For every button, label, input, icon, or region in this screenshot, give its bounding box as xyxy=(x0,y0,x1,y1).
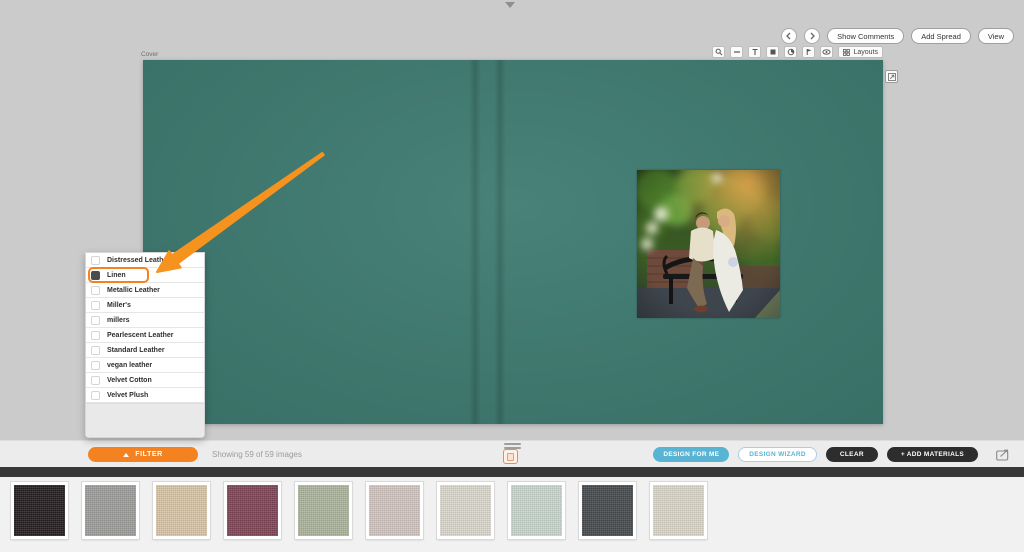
expand-spread-button[interactable] xyxy=(885,70,898,83)
layouts-grid-icon xyxy=(843,49,850,56)
material-swatch-ivory-linen[interactable] xyxy=(650,482,707,539)
chevron-up-icon xyxy=(123,453,129,457)
checkbox-unchecked[interactable] xyxy=(91,301,100,310)
checkbox-unchecked[interactable] xyxy=(91,256,100,265)
material-option-standard-leather[interactable]: Standard Leather xyxy=(86,343,204,358)
material-swatch-black-leather[interactable] xyxy=(11,482,68,539)
material-swatch-sage-linen[interactable] xyxy=(295,482,352,539)
material-label: Velvet Plush xyxy=(107,392,148,399)
checkbox-checked[interactable] xyxy=(91,271,100,280)
materials-list: Distressed Leather Linen Metallic Leather M… xyxy=(86,253,204,403)
collapse-caret-icon[interactable] xyxy=(505,2,515,8)
material-label: millers xyxy=(107,317,130,324)
material-swatch-gray-linen[interactable] xyxy=(82,482,139,539)
checkbox-unchecked[interactable] xyxy=(91,316,100,325)
line-icon xyxy=(733,48,741,56)
checkbox-unchecked[interactable] xyxy=(91,376,100,385)
materials-filmstrip xyxy=(0,477,1024,552)
clear-button[interactable]: CLEAR xyxy=(826,447,878,462)
material-swatch-tan-linen[interactable] xyxy=(153,482,210,539)
material-option-metallic-leather[interactable]: Metallic Leather xyxy=(86,283,204,298)
couple-on-bench-photo xyxy=(637,170,780,318)
material-option-pearlescent-leather[interactable]: Pearlescent Leather xyxy=(86,328,204,343)
material-option-miller-s[interactable]: Miller's xyxy=(86,298,204,313)
show-comments-button[interactable]: Show Comments xyxy=(827,28,904,44)
material-swatch-blush-linen[interactable] xyxy=(366,482,423,539)
view-button[interactable]: View xyxy=(978,28,1014,44)
line-tool-button[interactable] xyxy=(730,46,743,58)
image-count-status: Showing 59 of 59 images xyxy=(212,441,302,468)
spine-groove xyxy=(494,60,506,424)
spine-groove xyxy=(469,60,481,424)
material-label: Distressed Leather xyxy=(107,257,170,264)
top-bar-controls: Show Comments Add Spread View xyxy=(781,28,1014,44)
material-swatch-burgundy-linen[interactable] xyxy=(224,482,281,539)
text-icon xyxy=(751,48,759,56)
materials-filter-dropdown: Distressed Leather Linen Metallic Leather M… xyxy=(85,252,205,438)
images-panel-icon[interactable] xyxy=(503,449,518,464)
material-swatch-charcoal-linen[interactable] xyxy=(579,482,636,539)
material-label: Metallic Leather xyxy=(107,287,160,294)
material-option-vegan-leather[interactable]: vegan leather xyxy=(86,358,204,373)
material-label: Velvet Cotton xyxy=(107,377,152,384)
material-option-linen[interactable]: Linen xyxy=(86,268,204,283)
checkbox-unchecked[interactable] xyxy=(91,391,100,400)
chevron-left-icon xyxy=(785,32,793,40)
chevron-right-icon xyxy=(808,32,816,40)
filter-label: FILTER xyxy=(135,451,163,458)
material-label: Miller's xyxy=(107,302,131,309)
expand-icon xyxy=(888,73,896,81)
material-swatch-light-gray-linen[interactable] xyxy=(437,482,494,539)
spread-label: Cover xyxy=(141,51,158,58)
material-label: Linen xyxy=(107,272,126,279)
material-option-velvet-plush[interactable]: Velvet Plush xyxy=(86,388,204,403)
eye-icon xyxy=(822,48,831,56)
material-swatch-mint-linen[interactable] xyxy=(508,482,565,539)
zoom-icon xyxy=(715,48,723,56)
material-label: Pearlescent Leather xyxy=(107,332,174,339)
add-materials-button[interactable]: + ADD MATERIALS xyxy=(887,447,978,462)
workspace: Show Comments Add Spread View Cover Layo… xyxy=(0,0,1024,440)
material-option-millers[interactable]: millers xyxy=(86,313,204,328)
prev-spread-button[interactable] xyxy=(781,28,797,44)
checkbox-unchecked[interactable] xyxy=(91,286,100,295)
layouts-label: Layouts xyxy=(853,49,878,56)
next-spread-button[interactable] xyxy=(804,28,820,44)
dropdown-footer xyxy=(86,403,204,437)
export-button[interactable] xyxy=(994,448,1012,462)
preview-tool-button[interactable] xyxy=(820,46,833,58)
zoom-tool-button[interactable] xyxy=(712,46,725,58)
rotate-tool-button[interactable] xyxy=(784,46,797,58)
rotate-icon xyxy=(787,48,795,56)
pin-icon xyxy=(805,48,813,56)
pin-tool-button[interactable] xyxy=(802,46,815,58)
checkbox-unchecked[interactable] xyxy=(91,346,100,355)
design-wizard-button[interactable]: DESIGN WIZARD xyxy=(738,447,817,462)
filmstrip-track xyxy=(11,482,707,539)
canvas-toolbar: Layouts xyxy=(733,46,883,58)
add-spread-button[interactable]: Add Spread xyxy=(911,28,971,44)
checkbox-unchecked[interactable] xyxy=(91,361,100,370)
footer-toolbar: FILTER Showing 59 of 59 images DESIGN FO… xyxy=(0,440,1024,467)
material-option-velvet-cotton[interactable]: Velvet Cotton xyxy=(86,373,204,388)
text-tool-button[interactable] xyxy=(748,46,761,58)
cover-photo[interactable] xyxy=(637,170,780,318)
shape-tool-button[interactable] xyxy=(766,46,779,58)
layouts-button[interactable]: Layouts xyxy=(838,46,883,58)
design-for-me-button[interactable]: DESIGN FOR ME xyxy=(653,447,729,462)
material-label: Standard Leather xyxy=(107,347,165,354)
shape-icon xyxy=(769,48,777,56)
material-label: vegan leather xyxy=(107,362,152,369)
footer-actions: DESIGN FOR ME DESIGN WIZARD CLEAR + ADD … xyxy=(653,447,978,462)
panel-divider xyxy=(0,467,1024,477)
filter-button[interactable]: FILTER xyxy=(88,447,198,462)
checkbox-unchecked[interactable] xyxy=(91,331,100,340)
export-icon xyxy=(996,449,1011,461)
book-cover-spread[interactable] xyxy=(143,60,883,424)
material-option-distressed-leather[interactable]: Distressed Leather xyxy=(86,253,204,268)
